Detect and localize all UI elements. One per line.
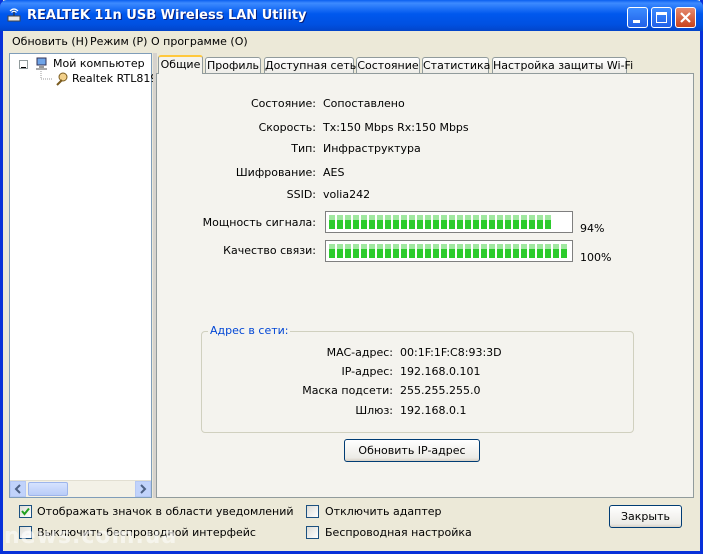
type-label: Тип:: [291, 142, 316, 155]
scroll-thumb[interactable]: [28, 482, 68, 496]
show-tray-icon-checkbox[interactable]: [19, 505, 32, 518]
tree-collapse-toggle[interactable]: [19, 60, 28, 69]
window-title: REALTEK 11n USB Wireless LAN Utility: [27, 8, 307, 23]
subnet-mask-value: 255.255.255.0: [400, 384, 481, 397]
chevron-left-icon: [14, 484, 21, 494]
menu-about[interactable]: О программе (О): [151, 35, 248, 48]
device-tree: Мой компьютер Realtek RTL8191: [9, 53, 164, 498]
tree-root-label[interactable]: Мой компьютер: [53, 57, 145, 70]
maximize-button[interactable]: [651, 7, 672, 28]
menu-mode[interactable]: Режим (Р): [90, 35, 147, 48]
menu-bar: Обновить (Н) Режим (Р) О программе (О): [3, 31, 700, 51]
ssid-label: SSID:: [286, 188, 316, 201]
gateway-value: 192.168.0.1: [400, 404, 467, 417]
encryption-label: Шифрование:: [235, 166, 316, 179]
close-window-button[interactable]: [675, 7, 696, 28]
tab-status[interactable]: Состояние: [356, 57, 420, 74]
link-quality-bar: [325, 240, 573, 262]
tab-available-networks[interactable]: Доступная сеть: [264, 57, 356, 74]
tree-horizontal-scrollbar[interactable]: [10, 480, 151, 497]
network-address-legend: Адрес в сети:: [208, 324, 291, 337]
tab-profile[interactable]: Профиль: [205, 57, 261, 74]
scroll-left-button[interactable]: [10, 481, 26, 497]
type-value: Инфраструктура: [323, 142, 421, 155]
minimize-button[interactable]: [627, 7, 648, 28]
wireless-config-label[interactable]: Беспроводная настройка: [325, 526, 472, 539]
close-icon: [680, 12, 691, 23]
title-bar[interactable]: REALTEK 11n USB Wireless LAN Utility: [0, 0, 703, 31]
minimize-icon: [633, 20, 640, 23]
renew-ip-button[interactable]: Обновить IP-адрес: [344, 439, 480, 462]
signal-strength-bar: [325, 211, 573, 233]
tree-connector: [40, 71, 54, 86]
disable-adapter-checkbox[interactable]: [306, 505, 319, 518]
status-label: Состояние:: [250, 97, 316, 110]
ip-label: IP-адрес:: [341, 365, 393, 378]
adapter-icon: [55, 71, 71, 90]
minus-icon: [21, 67, 26, 68]
tree-adapter-label[interactable]: Realtek RTL8191: [72, 72, 164, 85]
ssid-value: volia242: [323, 188, 371, 201]
wireless-config-checkbox[interactable]: [306, 526, 319, 539]
maximize-icon: [656, 12, 667, 23]
site-watermark: news.com.ua: [4, 524, 178, 549]
subnet-mask-label: Маска подсети:: [302, 384, 393, 397]
link-quality-label: Качество связи:: [223, 244, 316, 257]
wireless-network-icon: [6, 7, 22, 23]
checkmark-icon: [21, 507, 30, 516]
chevron-right-icon: [140, 484, 147, 494]
tab-general[interactable]: Общие: [158, 55, 203, 74]
scroll-right-button[interactable]: [135, 481, 151, 497]
mac-value: 00:1F:1F:C8:93:3D: [400, 346, 502, 359]
signal-strength-fill: [329, 215, 553, 229]
signal-strength-label: Мощность сигнала:: [202, 216, 316, 229]
status-value: Сопоставлено: [323, 97, 405, 110]
tab-wps[interactable]: Настройка защиты Wi-Fi: [492, 57, 633, 74]
general-tab-panel: [156, 73, 694, 498]
close-button[interactable]: Закрыть: [609, 505, 682, 528]
mac-label: MAC-адрес:: [326, 346, 393, 359]
show-tray-icon-label[interactable]: Отображать значок в области уведомлений: [37, 505, 294, 518]
menu-refresh[interactable]: Обновить (Н): [12, 35, 88, 48]
speed-value: Tx:150 Mbps Rx:150 Mbps: [323, 121, 469, 134]
disable-adapter-label[interactable]: Отключить адаптер: [325, 505, 441, 518]
signal-strength-percent: 94%: [580, 222, 605, 235]
ip-value: 192.168.0.101: [400, 365, 481, 378]
gateway-label: Шлюз:: [355, 404, 393, 417]
speed-label: Скорость:: [258, 121, 316, 134]
encryption-value: AES: [323, 166, 345, 179]
link-quality-percent: 100%: [580, 251, 612, 264]
link-quality-fill: [329, 244, 567, 258]
tab-statistics[interactable]: Статистика: [422, 57, 490, 74]
